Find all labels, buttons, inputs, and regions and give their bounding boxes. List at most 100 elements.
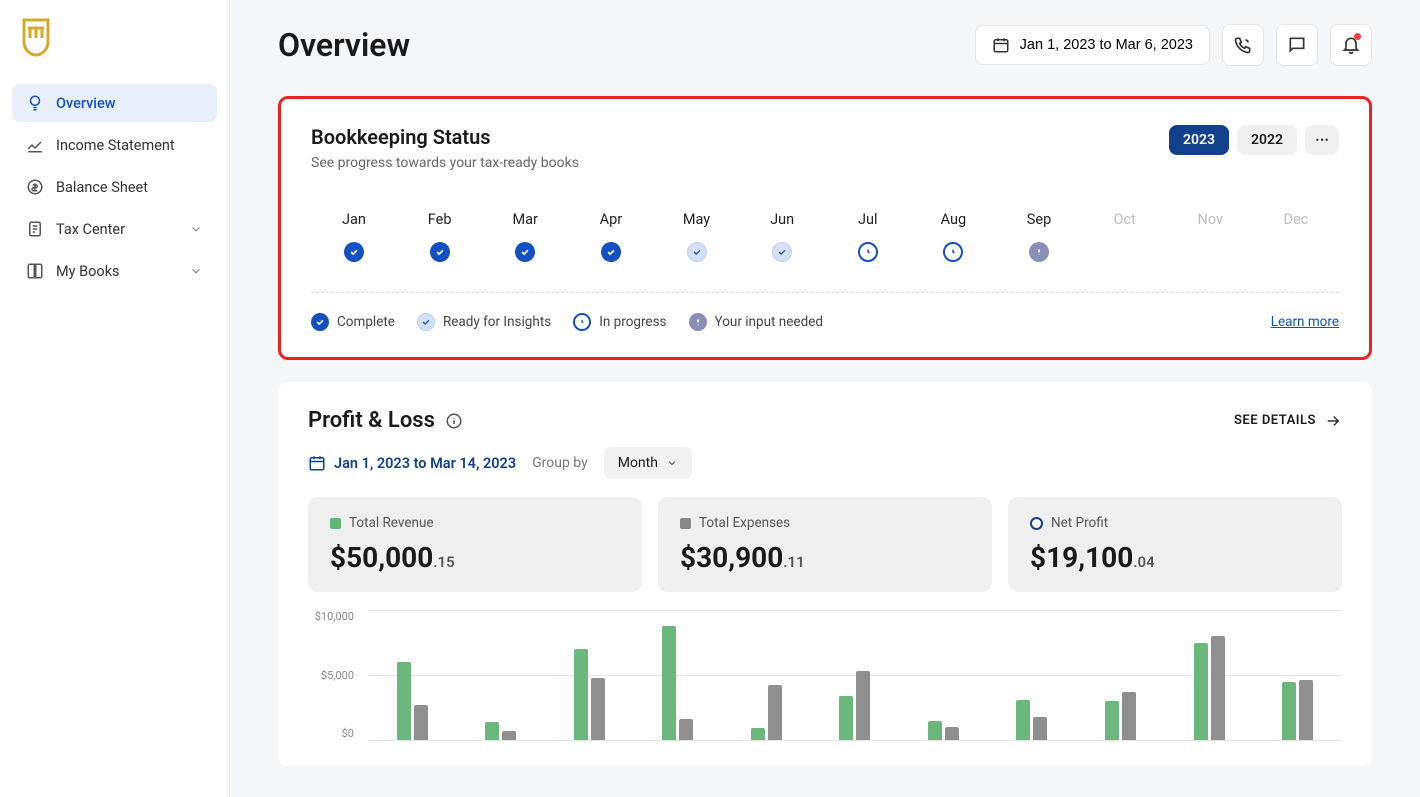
status-icon [344, 242, 364, 262]
marker-icon [1030, 517, 1043, 530]
month-jan[interactable]: Jan [319, 211, 389, 262]
nav-label: Balance Sheet [56, 179, 148, 196]
month-feb[interactable]: Feb [405, 211, 475, 262]
chevron-down-icon [666, 457, 678, 469]
chart-line-icon [26, 136, 44, 154]
status-icon [601, 242, 621, 262]
legend-complete: Complete [311, 313, 395, 331]
legend-ready: Ready for Insights [417, 313, 551, 331]
net-profit-card: Net Profit $19,100.04 [1008, 497, 1342, 592]
status-icon [1029, 242, 1049, 262]
info-icon[interactable] [445, 412, 463, 430]
month-label: Oct [1090, 211, 1160, 228]
profit-loss-title: Profit & Loss [308, 408, 463, 433]
topbar: Overview Jan 1, 2023 to Mar 6, 2023 [278, 24, 1372, 66]
revenue-amount: $50,000 [330, 541, 433, 574]
arrow-right-icon [1324, 412, 1342, 430]
swatch-icon [330, 518, 341, 529]
see-details-button[interactable]: SEE DETAILS [1234, 412, 1342, 430]
month-label: Jan [319, 211, 389, 228]
revenue-card: Total Revenue $50,000.15 [308, 497, 642, 592]
nav-label: Overview [56, 95, 116, 112]
page-title: Overview [278, 26, 410, 64]
month-label: Aug [918, 211, 988, 228]
nav-label: Tax Center [56, 221, 125, 238]
status-icon [858, 242, 878, 262]
group-by-select[interactable]: Month [604, 447, 692, 479]
month-nov[interactable]: Nov [1175, 211, 1245, 262]
profit-loss-card: Profit & Loss SEE DETAILS Jan 1, 2023 to… [278, 382, 1372, 766]
year-tab-2023[interactable]: 2023 [1169, 125, 1229, 155]
month-label: Jul [833, 211, 903, 228]
nav-tax-center[interactable]: Tax Center [12, 210, 217, 248]
chat-button[interactable] [1276, 24, 1318, 66]
status-icon [943, 242, 963, 262]
expenses-card: Total Expenses $30,900.11 [658, 497, 992, 592]
month-label: May [662, 211, 732, 228]
book-icon [26, 262, 44, 280]
month-label: Jun [747, 211, 817, 228]
sidebar: Overview Income Statement Balance Sheet … [0, 0, 230, 797]
legend: Complete Ready for Insights In progress … [311, 292, 1339, 331]
checkmark-icon [311, 313, 329, 331]
month-label: Feb [405, 211, 475, 228]
notification-badge [1354, 33, 1361, 40]
checkmark-icon [417, 313, 435, 331]
phone-button[interactable] [1222, 24, 1264, 66]
chart-y-axis: $10,000 $5,000 $0 [308, 610, 354, 740]
nav-label: Income Statement [56, 137, 175, 154]
nav-label: My Books [56, 263, 120, 280]
date-range-text: Jan 1, 2023 to Mar 6, 2023 [1020, 37, 1193, 53]
nav-overview[interactable]: Overview [12, 84, 217, 122]
chevron-down-icon [189, 264, 203, 278]
legend-input: Your input needed [689, 313, 823, 331]
month-jun[interactable]: Jun [747, 211, 817, 262]
month-jul[interactable]: Jul [833, 211, 903, 262]
month-sep[interactable]: Sep [1004, 211, 1074, 262]
month-label: Mar [490, 211, 560, 228]
dollar-circle-icon [26, 178, 44, 196]
month-label: Dec [1261, 211, 1331, 228]
status-icon [772, 242, 792, 262]
chevron-down-icon [189, 222, 203, 236]
pl-date-range-button[interactable]: Jan 1, 2023 to Mar 14, 2023 [308, 454, 516, 472]
year-tabs: 2023 2022 ⋯ [1169, 125, 1339, 155]
clock-icon [573, 313, 591, 331]
expenses-amount: $30,900 [680, 541, 783, 574]
date-range-button[interactable]: Jan 1, 2023 to Mar 6, 2023 [975, 25, 1210, 65]
month-may[interactable]: May [662, 211, 732, 262]
month-mar[interactable]: Mar [490, 211, 560, 262]
more-menu-button[interactable]: ⋯ [1305, 125, 1339, 155]
bookkeeping-subtitle: See progress towards your tax-ready book… [311, 155, 579, 171]
month-label: Apr [576, 211, 646, 228]
learn-more-link[interactable]: Learn more [1271, 314, 1339, 330]
group-by-label: Group by [532, 455, 588, 471]
chat-icon [1287, 35, 1307, 55]
month-apr[interactable]: Apr [576, 211, 646, 262]
logo [18, 18, 217, 58]
alert-icon [689, 313, 707, 331]
legend-progress: In progress [573, 313, 666, 331]
calendar-icon [992, 36, 1010, 54]
main-content: Overview Jan 1, 2023 to Mar 6, 2023 Book… [230, 0, 1420, 797]
document-icon [26, 220, 44, 238]
status-icon [687, 242, 707, 262]
calendar-icon [308, 454, 326, 472]
months-row: Jan Feb Mar Apr May Jun Jul Aug Sep Oct Nov Dec [319, 211, 1331, 262]
bookkeeping-title: Bookkeeping Status [311, 125, 579, 149]
nav-income-statement[interactable]: Income Statement [12, 126, 217, 164]
status-icon [515, 242, 535, 262]
ellipsis-icon: ⋯ [1315, 132, 1329, 148]
topbar-actions: Jan 1, 2023 to Mar 6, 2023 [975, 24, 1372, 66]
bookkeeping-status-card: Bookkeeping Status See progress towards … [278, 96, 1372, 360]
phone-icon [1233, 35, 1253, 55]
nav-balance-sheet[interactable]: Balance Sheet [12, 168, 217, 206]
nav-my-books[interactable]: My Books [12, 252, 217, 290]
month-aug[interactable]: Aug [918, 211, 988, 262]
status-icon [430, 242, 450, 262]
month-dec[interactable]: Dec [1261, 211, 1331, 262]
lightbulb-icon [26, 94, 44, 112]
notifications-button[interactable] [1330, 24, 1372, 66]
month-oct[interactable]: Oct [1090, 211, 1160, 262]
year-tab-2022[interactable]: 2022 [1237, 125, 1297, 155]
